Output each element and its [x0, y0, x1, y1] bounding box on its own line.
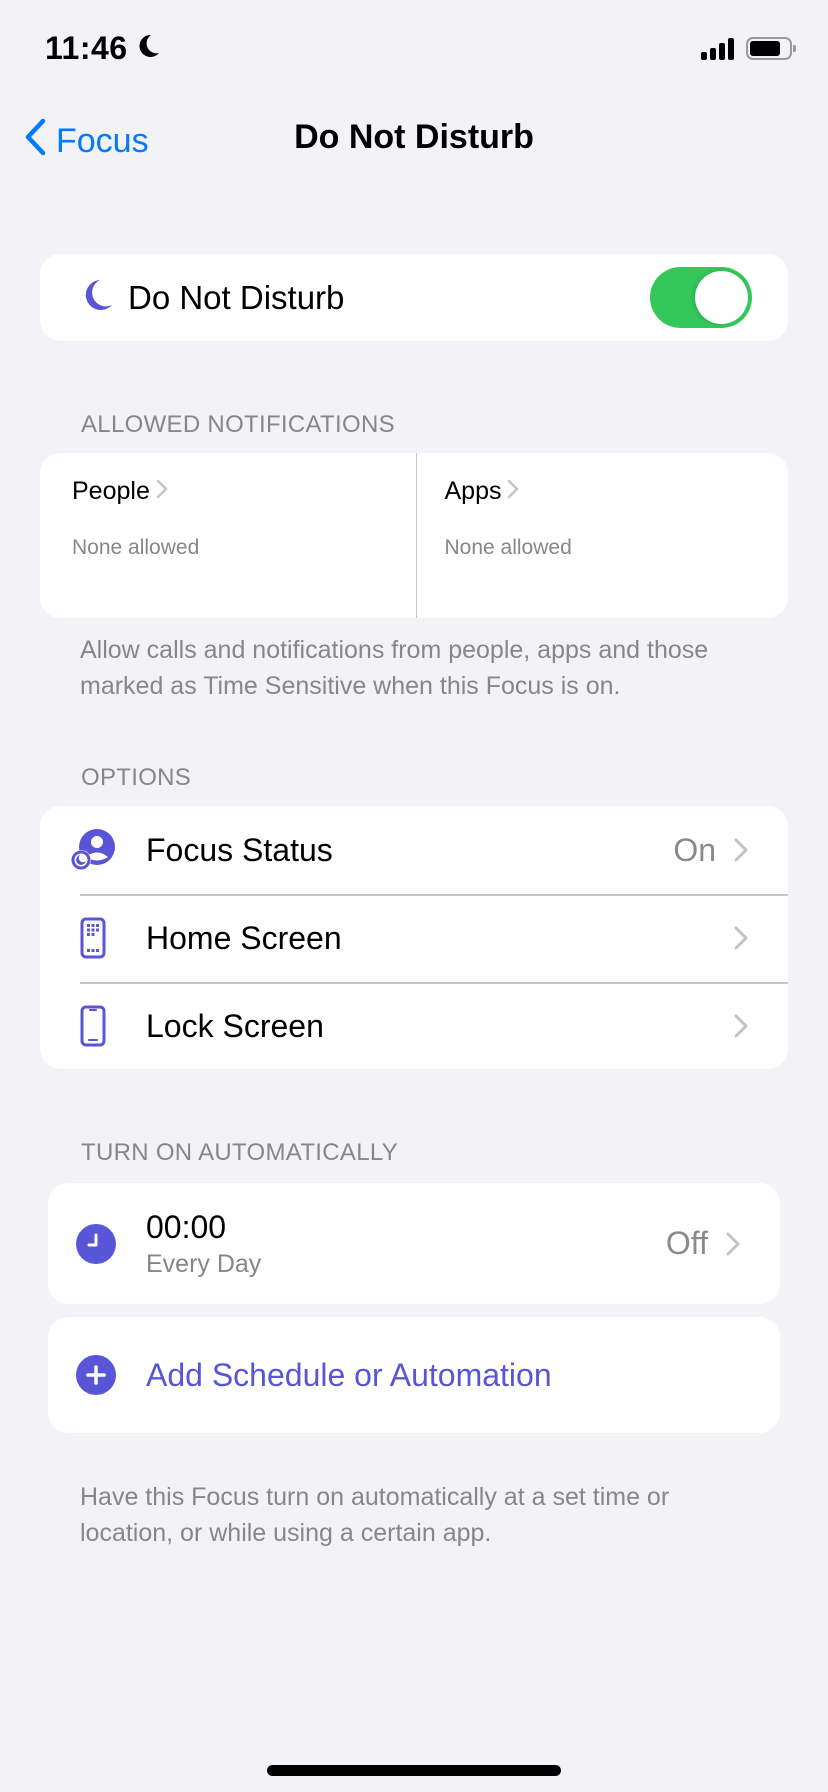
automation-footer: Have this Focus turn on automatically at…	[80, 1483, 670, 1547]
home-screen-row[interactable]: Home Screen	[40, 894, 788, 982]
people-value: None allowed	[72, 536, 200, 559]
schedule-time: 00:00	[146, 1208, 227, 1245]
plus-icon	[76, 1355, 116, 1395]
cellular-signal-icon	[701, 37, 734, 60]
add-schedule-button[interactable]: Add Schedule or Automation	[48, 1317, 780, 1433]
moon-icon	[80, 278, 114, 317]
options-header: OPTIONS	[81, 764, 192, 791]
focus-status-icon	[40, 828, 146, 872]
focus-toggle-row: Do Not Disturb	[40, 254, 788, 341]
back-button-label: Focus	[56, 122, 149, 160]
focus-status-label: Focus Status	[146, 831, 333, 868]
focus-toggle-label: Do Not Disturb	[128, 278, 345, 316]
add-schedule-label: Add Schedule or Automation	[146, 1356, 552, 1393]
apps-value: None allowed	[444, 536, 572, 559]
chevron-left-icon	[24, 118, 46, 165]
allowed-notifications-header: ALLOWED NOTIFICATIONS	[81, 411, 395, 438]
moon-icon	[136, 30, 160, 67]
home-screen-icon	[40, 917, 146, 959]
status-time-text: 11:46	[45, 30, 128, 66]
options-card: Focus Status On Home Screen Lock Screen	[40, 806, 788, 1069]
allowed-notifications-footer: Allow calls and notifications from peopl…	[80, 636, 709, 700]
status-bar-time: 11:46	[45, 30, 160, 67]
focus-status-row[interactable]: Focus Status On	[40, 806, 788, 894]
automation-header: TURN ON AUTOMATICALLY	[81, 1139, 399, 1166]
back-button[interactable]: Focus	[24, 118, 149, 165]
focus-toggle-switch[interactable]	[650, 267, 752, 328]
chevron-right-icon	[734, 1014, 748, 1038]
chevron-right-icon	[726, 1232, 740, 1256]
focus-status-value: On	[673, 831, 716, 868]
schedule-days: Every Day	[146, 1249, 262, 1278]
lock-screen-row[interactable]: Lock Screen	[40, 982, 788, 1069]
battery-icon	[746, 37, 796, 60]
toggle-knob	[695, 271, 748, 324]
apps-button[interactable]: Apps None allowed	[415, 453, 789, 618]
people-label: People	[72, 477, 150, 505]
battery-fill	[750, 41, 781, 56]
schedule-status: Off	[665, 1225, 708, 1261]
lock-screen-label: Lock Screen	[146, 1007, 324, 1044]
chevron-right-icon	[156, 477, 168, 506]
home-screen-label: Home Screen	[146, 919, 342, 956]
people-button[interactable]: People None allowed	[40, 453, 416, 618]
lock-screen-icon	[40, 1005, 146, 1047]
allowed-notifications-card: People None allowed Apps None allowed	[40, 453, 788, 618]
home-indicator[interactable]	[267, 1765, 561, 1776]
clock-icon	[76, 1223, 116, 1264]
apps-label: Apps	[444, 477, 502, 505]
chevron-right-icon	[734, 926, 748, 950]
status-bar-indicators	[701, 37, 796, 60]
schedule-row[interactable]: 00:00 Every Day Off	[48, 1183, 780, 1304]
chevron-right-icon	[507, 477, 519, 506]
chevron-right-icon	[734, 838, 748, 862]
